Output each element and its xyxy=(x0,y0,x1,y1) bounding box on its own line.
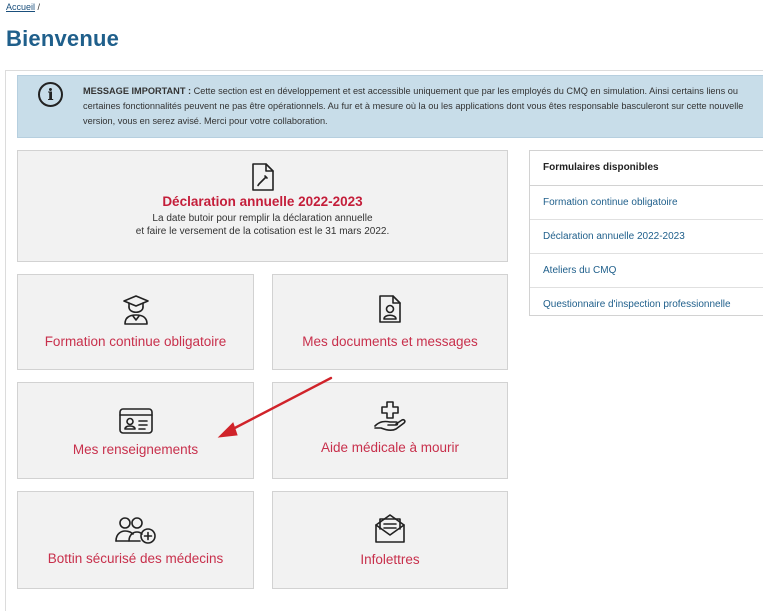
formulaires-sidebar: Formulaires disponibles Formation contin… xyxy=(529,150,763,316)
bottin-securise-card[interactable]: Bottin sécurisé des médecins xyxy=(17,491,254,589)
page-title: Bienvenue xyxy=(6,26,120,51)
users-add-icon xyxy=(114,517,156,544)
newsletter-envelope-icon xyxy=(375,514,405,543)
breadcrumb-separator: / xyxy=(35,2,41,12)
info-icon: i xyxy=(38,82,63,107)
infolettres-card[interactable]: Infolettres xyxy=(272,491,508,589)
declaration-description: La date butoir pour remplir la déclarati… xyxy=(136,212,389,238)
sidebar-item-ateliers[interactable]: Ateliers du CMQ xyxy=(530,254,763,288)
declaration-title: Déclaration annuelle 2022-2023 xyxy=(162,194,363,209)
red-arrow-annotation xyxy=(217,376,333,438)
sidebar-item-declaration[interactable]: Déclaration annuelle 2022-2023 xyxy=(530,220,763,254)
user-document-icon xyxy=(379,295,401,323)
formation-continue-card[interactable]: Formation continue obligatoire xyxy=(17,274,254,370)
sidebar-item-formation[interactable]: Formation continue obligatoire xyxy=(530,186,763,220)
formulaires-title: Formulaires disponibles xyxy=(530,151,763,186)
important-message-banner: i MESSAGE IMPORTANT : Cette section est … xyxy=(17,75,763,138)
aide-medicale-label: Aide médicale à mourir xyxy=(320,440,460,455)
graduate-icon xyxy=(122,295,149,325)
important-message-label: MESSAGE IMPORTANT : xyxy=(83,86,192,96)
declaration-annuelle-card[interactable]: Déclaration annuelle 2022-2023 La date b… xyxy=(17,150,508,262)
mes-documents-label: Mes documents et messages xyxy=(302,334,478,349)
breadcrumb: Accueil / xyxy=(6,2,40,12)
mes-renseignements-label: Mes renseignements xyxy=(72,442,199,457)
id-card-icon xyxy=(118,408,153,434)
breadcrumb-home-link[interactable]: Accueil xyxy=(6,2,35,12)
bottin-securise-label: Bottin sécurisé des médecins xyxy=(47,551,224,566)
sidebar-item-questionnaire[interactable]: Questionnaire d'inspection professionnel… xyxy=(530,288,763,321)
document-edit-icon xyxy=(251,163,274,191)
formation-continue-label: Formation continue obligatoire xyxy=(44,334,227,349)
declaration-line-1: La date butoir pour remplir la déclarati… xyxy=(152,213,373,224)
declaration-line-2: et faire le versement de la cotisation e… xyxy=(135,226,390,237)
important-message-text: MESSAGE IMPORTANT : Cette section est en… xyxy=(83,84,758,129)
medical-hand-icon xyxy=(374,401,406,431)
mes-documents-card[interactable]: Mes documents et messages xyxy=(272,274,508,370)
infolettres-label: Infolettres xyxy=(360,552,420,567)
